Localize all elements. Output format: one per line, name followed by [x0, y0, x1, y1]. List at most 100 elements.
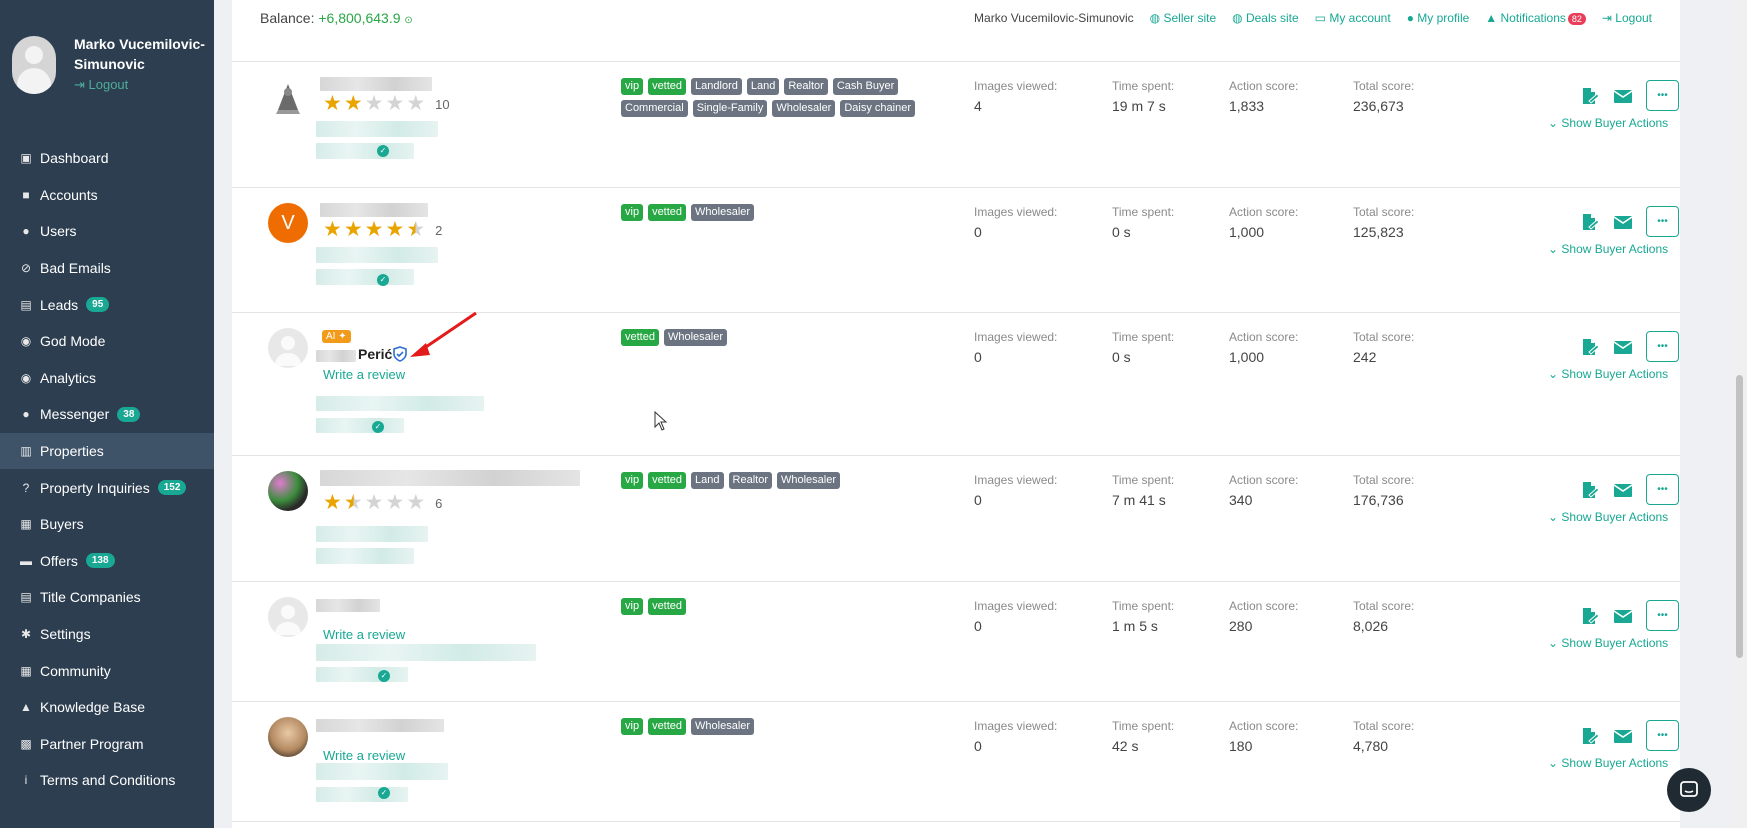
sidebar-item-bad-emails[interactable]: ⊘ Bad Emails — [0, 250, 214, 287]
sidebar-item-partner-program[interactable]: ▩ Partner Program — [0, 726, 214, 763]
file-signature-icon — [1583, 727, 1600, 744]
metric-label: Action score: — [1229, 473, 1299, 487]
tag-vip: vip — [621, 204, 644, 221]
buyer-actions: ••• — [1580, 206, 1679, 237]
metric-action-score: Action score: 1,000 — [1229, 205, 1298, 240]
sidebar-item-title-companies[interactable]: ▤ Title Companies — [0, 579, 214, 616]
show-buyer-actions-link[interactable]: ⌄ Show Buyer Actions — [1548, 636, 1668, 650]
ellipsis-icon: ••• — [1657, 610, 1668, 621]
sidebar-item-offers[interactable]: ▬ Offers 138 — [0, 543, 214, 580]
verified-check-icon: ✓ — [378, 670, 390, 682]
sidebar-item-users[interactable]: ● Users — [0, 213, 214, 250]
metric-value: 1,000 — [1229, 349, 1265, 365]
email-button[interactable] — [1613, 606, 1633, 626]
star-icon: ★ — [364, 92, 384, 115]
file-edit-button[interactable] — [1580, 606, 1600, 626]
buyer-avatar[interactable]: V — [268, 203, 308, 243]
tag-land: Land — [746, 78, 780, 95]
sidebar-item-accounts[interactable]: ■ Accounts — [0, 177, 214, 214]
show-buyer-actions-link[interactable]: ⌄ Show Buyer Actions — [1548, 510, 1668, 524]
review-count: 6 — [435, 495, 443, 511]
ellipsis-icon: ••• — [1657, 730, 1668, 741]
sidebar-item-community[interactable]: ▦ Community — [0, 652, 214, 689]
email-button[interactable] — [1613, 212, 1633, 232]
notifications-link[interactable]: ▲ Notifications 82 — [1485, 11, 1586, 25]
sidebar-item-analytics[interactable]: ◉ Analytics — [0, 360, 214, 397]
write-review-link[interactable]: Write a review — [323, 627, 405, 642]
email-button[interactable] — [1613, 86, 1633, 106]
file-signature-icon — [1583, 87, 1600, 104]
file-edit-button[interactable] — [1580, 337, 1600, 357]
deals-site-label: Deals site — [1245, 11, 1299, 25]
sidebar-item-messenger[interactable]: ● Messenger 38 — [0, 396, 214, 433]
my-profile-label: My profile — [1417, 11, 1470, 25]
buyer-avatar[interactable] — [268, 80, 308, 120]
metric-value: 19 m 7 s — [1112, 98, 1166, 114]
blurred-email — [316, 526, 428, 542]
sidebar-logout-label: Logout — [88, 77, 129, 92]
sidebar-item-dashboard[interactable]: ▣ Dashboard — [0, 140, 214, 177]
more-options-button[interactable]: ••• — [1646, 331, 1679, 362]
buyer-avatar[interactable] — [268, 328, 308, 368]
blurred-phone — [316, 787, 408, 802]
file-edit-button[interactable] — [1580, 86, 1600, 106]
blurred-email — [316, 763, 448, 780]
chat-launcher-button[interactable] — [1667, 768, 1711, 812]
scrollbar[interactable] — [1732, 0, 1747, 828]
file-edit-button[interactable] — [1580, 726, 1600, 746]
show-buyer-actions-link[interactable]: ⌄ Show Buyer Actions — [1548, 116, 1668, 130]
seller-site-link[interactable]: ◍ Seller site — [1150, 11, 1217, 25]
star-icon: ★ — [323, 218, 342, 241]
show-buyer-actions-link[interactable]: ⌄ Show Buyer Actions — [1548, 242, 1668, 256]
user-block: Marko Vucemilovic-Simunovic ⇥ Logout — [12, 34, 212, 104]
my-account-label: My account — [1329, 11, 1391, 25]
sidebar-item-settings[interactable]: ✱ Settings — [0, 616, 214, 653]
star-icon: ★ — [385, 491, 405, 514]
metric-value: 1,000 — [1229, 224, 1265, 240]
top-nav: Marko Vucemilovic-Simunovic ◍ Seller sit… — [958, 11, 1652, 25]
file-edit-button[interactable] — [1580, 480, 1600, 500]
sidebar-item-leads[interactable]: ▤ Leads 95 — [0, 286, 214, 323]
buyer-avatar[interactable] — [268, 717, 308, 757]
email-button[interactable] — [1613, 480, 1633, 500]
more-options-button[interactable]: ••• — [1646, 80, 1679, 111]
metric-label: Time spent: — [1112, 719, 1175, 733]
sidebar-item-god-mode[interactable]: ◉ God Mode — [0, 323, 214, 360]
more-options-button[interactable]: ••• — [1646, 474, 1679, 505]
top-logout-link[interactable]: ⇥ Logout — [1602, 11, 1652, 25]
sidebar-item-property-inquiries[interactable]: ? Property Inquiries 152 — [0, 469, 214, 506]
email-button[interactable] — [1613, 726, 1633, 746]
deals-site-link[interactable]: ◍ Deals site — [1232, 11, 1299, 25]
show-buyer-actions-link[interactable]: ⌄ Show Buyer Actions — [1548, 367, 1668, 381]
blurred-name — [320, 203, 428, 217]
globe-icon: ◉ — [20, 334, 32, 349]
top-user-name: Marko Vucemilovic-Simunovic — [974, 11, 1134, 25]
my-account-link[interactable]: ▭ My account — [1315, 11, 1391, 25]
more-options-button[interactable]: ••• — [1646, 206, 1679, 237]
tag-wholesaler: Wholesaler — [663, 329, 727, 346]
chat-icon — [1680, 781, 1698, 797]
file-edit-button[interactable] — [1580, 212, 1600, 232]
buyer-row: Write a review ✓ vip vetted Wholesaler Images… — [232, 702, 1680, 822]
write-review-link[interactable]: Write a review — [323, 367, 405, 382]
metric-total-score: Total score: 125,823 — [1353, 205, 1414, 240]
show-buyer-actions-link[interactable]: ⌄ Show Buyer Actions — [1548, 756, 1668, 770]
buyer-avatar[interactable] — [268, 597, 308, 637]
metric-label: Total score: — [1353, 330, 1415, 344]
sidebar-logout-link[interactable]: ⇥ Logout — [74, 77, 128, 93]
scrollbar-thumb[interactable] — [1736, 375, 1743, 658]
metric-label: Time spent: — [1112, 599, 1175, 613]
buyer-avatar[interactable] — [268, 471, 308, 511]
more-options-button[interactable]: ••• — [1646, 600, 1679, 631]
metric-label: Time spent: — [1112, 79, 1175, 93]
email-button[interactable] — [1613, 337, 1633, 357]
my-profile-link[interactable]: ● My profile — [1407, 11, 1470, 25]
sidebar-item-properties[interactable]: ▥ Properties — [0, 432, 214, 470]
more-options-button[interactable]: ••• — [1646, 720, 1679, 751]
question-icon: ? — [22, 480, 30, 495]
sidebar-item-terms-and-conditions[interactable]: i Terms and Conditions — [0, 762, 214, 799]
write-review-link[interactable]: Write a review — [323, 748, 405, 763]
sidebar-item-buyers[interactable]: ▦ Buyers — [0, 506, 214, 543]
sidebar-item-knowledge-base[interactable]: ▲ Knowledge Base — [0, 689, 214, 726]
metric-total-score: Total score: 176,736 — [1353, 473, 1414, 508]
